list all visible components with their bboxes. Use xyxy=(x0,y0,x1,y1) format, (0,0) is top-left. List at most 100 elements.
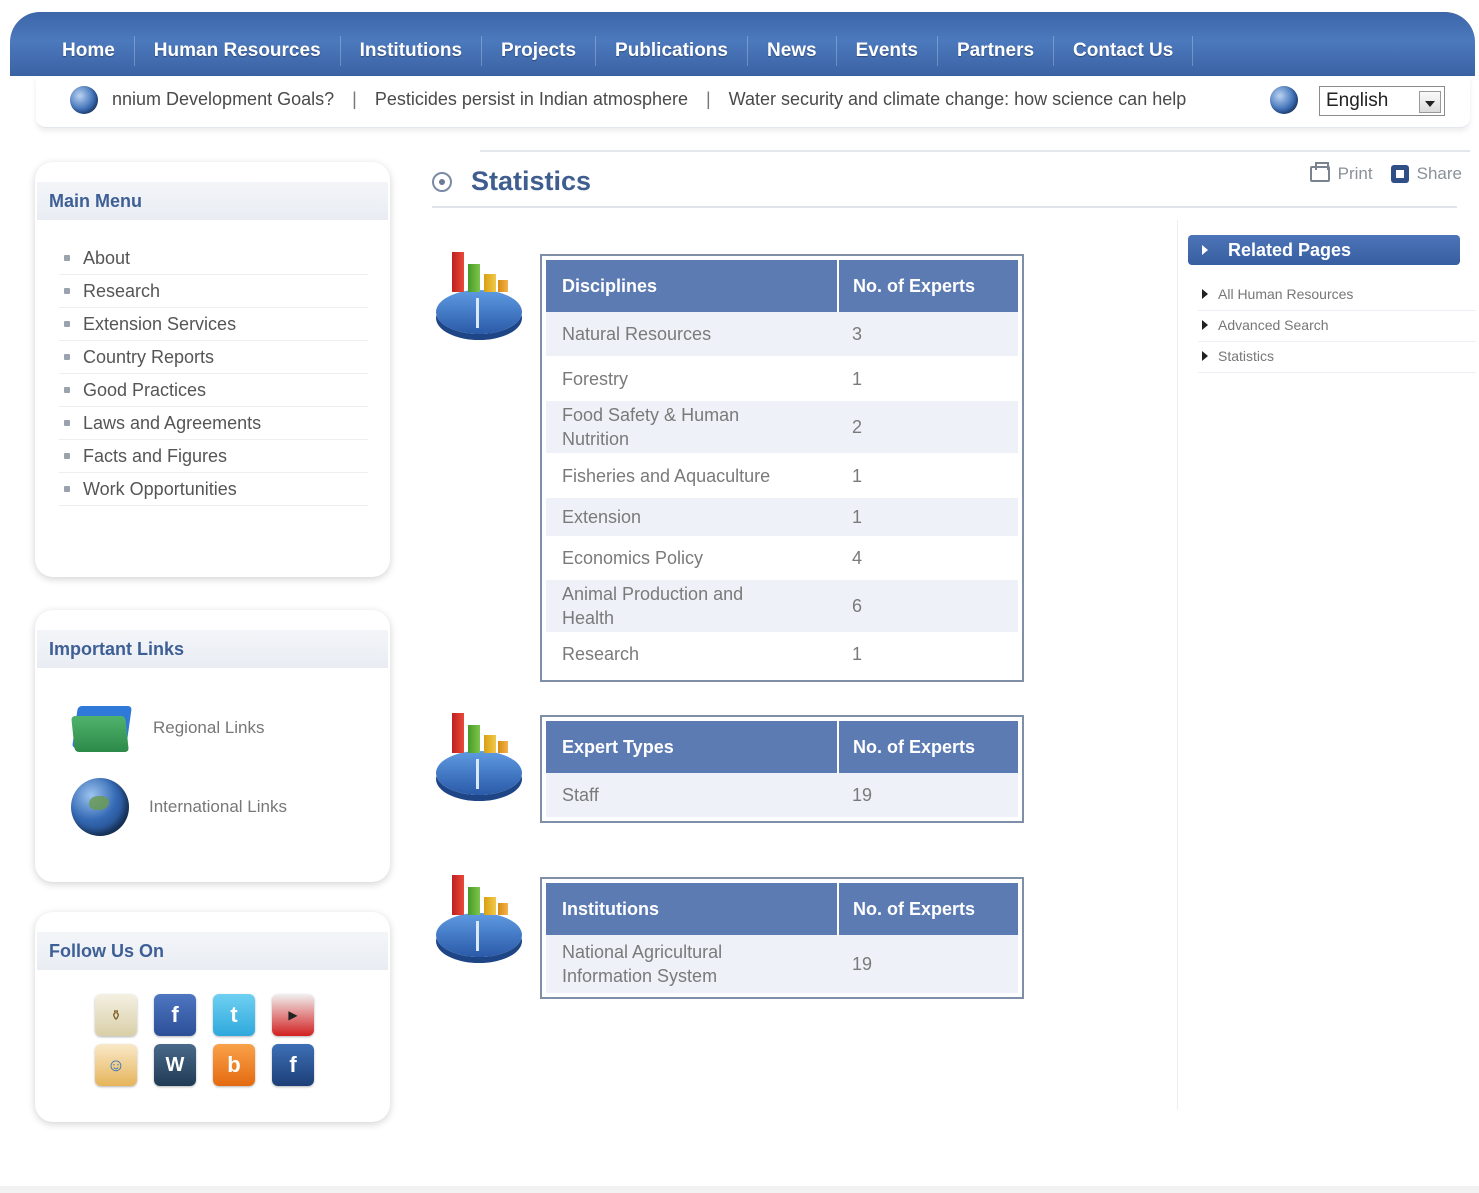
regional-links-label: Regional Links xyxy=(153,718,265,737)
table-row: Staff 19 xyxy=(546,773,1018,817)
table-row: Research 1 xyxy=(546,632,1018,676)
related-item-statistics[interactable]: Statistics xyxy=(1198,342,1476,373)
menu-item-research[interactable]: Research xyxy=(59,275,368,308)
table-row: Economics Policy 4 xyxy=(546,536,1018,580)
coins-icon[interactable]: ⚱ xyxy=(95,994,137,1036)
discipline-cell: Extension xyxy=(546,498,838,536)
share-button[interactable]: Share xyxy=(1390,164,1462,184)
blogger-icon[interactable]: b xyxy=(213,1044,255,1086)
news-ticker: nnium Development Goals? | Pesticides pe… xyxy=(112,89,1186,110)
page-tools: Print Share xyxy=(1298,162,1462,184)
nav-events[interactable]: Events xyxy=(837,36,938,66)
count-cell: 2 xyxy=(838,401,1018,453)
main-menu-panel: Main Menu About Research Extension Servi… xyxy=(35,162,390,577)
important-links-title: Important Links xyxy=(37,630,388,668)
footer-line xyxy=(0,1186,1479,1193)
column-header: No. of Experts xyxy=(837,721,1018,773)
nav-publications[interactable]: Publications xyxy=(596,36,748,66)
discipline-cell: Animal Production and Health xyxy=(546,580,838,632)
count-cell: 19 xyxy=(838,935,1018,993)
ticker-item[interactable]: Pesticides persist in Indian atmosphere xyxy=(375,89,688,110)
regional-links-link[interactable]: Regional Links xyxy=(71,700,265,756)
table-row: Extension 1 xyxy=(546,498,1018,536)
institution-cell: National Agricultural Information System xyxy=(546,935,838,993)
ticker-item[interactable]: nnium Development Goals? xyxy=(112,89,334,110)
globe-icon xyxy=(70,86,98,114)
column-header: Institutions xyxy=(546,883,838,935)
print-button[interactable]: Print xyxy=(1309,162,1373,184)
twitter-icon[interactable]: t xyxy=(213,994,255,1036)
main-menu-title: Main Menu xyxy=(37,182,388,220)
count-cell: 1 xyxy=(838,356,1018,401)
youtube-icon[interactable]: ▶ xyxy=(272,994,314,1036)
content-divider xyxy=(480,150,1470,152)
column-header: Disciplines xyxy=(546,260,838,312)
wordpress-icon[interactable]: W xyxy=(154,1044,196,1086)
disciplines-table: Disciplines No. of Experts Natural Resou… xyxy=(540,254,1024,682)
print-label: Print xyxy=(1337,164,1373,183)
menu-item-extension-services[interactable]: Extension Services xyxy=(59,308,368,341)
table-row: Forestry 1 xyxy=(546,356,1018,401)
international-links-link[interactable]: International Links xyxy=(71,778,287,836)
count-cell: 19 xyxy=(838,773,1018,817)
earth-icon xyxy=(71,778,129,836)
community-icon[interactable]: ☺ xyxy=(95,1044,137,1086)
main-menu-list: About Research Extension Services Countr… xyxy=(59,242,368,506)
menu-item-about[interactable]: About xyxy=(59,242,368,275)
menu-item-good-practices[interactable]: Good Practices xyxy=(59,374,368,407)
language-globe-icon xyxy=(1270,86,1298,114)
share-label: Share xyxy=(1416,164,1462,183)
ticker-item[interactable]: Water security and climate change: how s… xyxy=(729,89,1187,110)
menu-item-laws-and-agreements[interactable]: Laws and Agreements xyxy=(59,407,368,440)
related-item-advanced-search[interactable]: Advanced Search xyxy=(1198,311,1476,342)
count-cell: 1 xyxy=(838,632,1018,676)
print-icon xyxy=(1309,162,1330,182)
table-row: Food Safety & Human Nutrition 2 xyxy=(546,401,1018,453)
nav-projects[interactable]: Projects xyxy=(482,36,597,66)
main-navigation: Home Human Resources Institutions Projec… xyxy=(10,12,1475,76)
international-links-label: International Links xyxy=(149,797,287,816)
nav-news[interactable]: News xyxy=(748,36,837,66)
language-selected-value: English xyxy=(1326,90,1389,111)
column-header: Expert Types xyxy=(546,721,838,773)
related-item-all-human-resources[interactable]: All Human Resources xyxy=(1198,280,1476,311)
table-row: Animal Production and Health 6 xyxy=(546,580,1018,632)
chevron-down-icon[interactable] xyxy=(1419,91,1441,113)
statistics-chart-icon xyxy=(434,875,526,961)
page-title: Statistics xyxy=(471,166,592,196)
flickr-icon[interactable]: f xyxy=(272,1044,314,1086)
facebook-icon[interactable]: f xyxy=(154,994,196,1036)
count-cell: 1 xyxy=(838,453,1018,498)
table-row: Fisheries and Aquaculture 1 xyxy=(546,453,1018,498)
nav-institutions[interactable]: Institutions xyxy=(341,36,483,66)
statistics-chart-icon xyxy=(434,252,526,338)
column-header: No. of Experts xyxy=(837,883,1018,935)
menu-item-country-reports[interactable]: Country Reports xyxy=(59,341,368,374)
count-cell: 1 xyxy=(838,498,1018,536)
important-links-panel: Important Links Regional Links Internati… xyxy=(35,610,390,882)
expert-types-table: Expert Types No. of Experts Staff 19 xyxy=(540,715,1024,823)
ticker-separator: | xyxy=(352,89,357,109)
table-row: National Agricultural Information System… xyxy=(546,935,1018,993)
social-icons: ⚱ f t ▶ ☺ W b f xyxy=(95,994,314,1086)
menu-item-facts-and-figures[interactable]: Facts and Figures xyxy=(59,440,368,473)
related-pages-list: All Human Resources Advanced Search Stat… xyxy=(1198,280,1476,373)
count-cell: 6 xyxy=(838,580,1018,632)
nav-partners[interactable]: Partners xyxy=(938,36,1055,66)
follow-us-panel: Follow Us On ⚱ f t ▶ ☺ W b f xyxy=(35,912,390,1122)
discipline-cell: Fisheries and Aquaculture xyxy=(546,453,838,498)
share-icon xyxy=(1390,165,1409,183)
discipline-cell: Research xyxy=(546,632,838,676)
language-select[interactable]: English xyxy=(1319,86,1445,116)
nav-human-resources[interactable]: Human Resources xyxy=(135,36,341,66)
follow-us-title: Follow Us On xyxy=(37,932,388,970)
count-cell: 4 xyxy=(838,536,1018,580)
menu-item-work-opportunities[interactable]: Work Opportunities xyxy=(59,473,368,506)
related-pages-header[interactable]: Related Pages xyxy=(1188,235,1460,265)
nav-home[interactable]: Home xyxy=(52,36,135,66)
title-bullet-icon xyxy=(432,172,452,192)
nav-contact-us[interactable]: Contact Us xyxy=(1054,36,1194,66)
content-header: Statistics Print Share xyxy=(432,160,1462,208)
expert-type-cell: Staff xyxy=(546,773,838,817)
discipline-cell: Food Safety & Human Nutrition xyxy=(546,401,838,453)
